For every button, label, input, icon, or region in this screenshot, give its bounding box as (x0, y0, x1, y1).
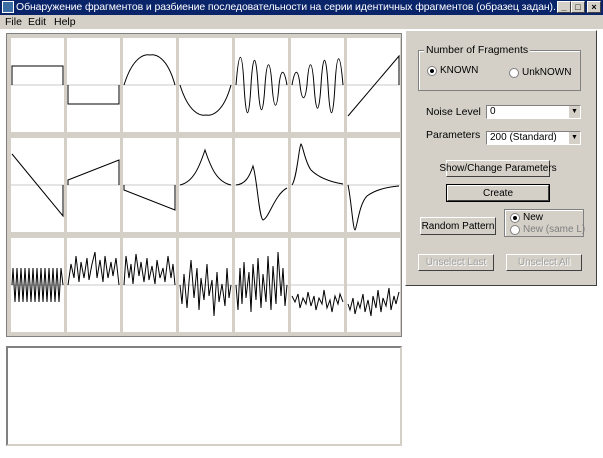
fragments-group-label: Number of Fragments (424, 44, 531, 56)
pattern-noise-a (67, 251, 120, 286)
pattern-rect-low (67, 84, 120, 105)
pattern-cell[interactable] (123, 138, 176, 232)
new-radio[interactable]: New (510, 212, 543, 223)
pattern-cell[interactable] (291, 38, 344, 132)
title-bar: Обнаружение фрагментов и разбиение после… (0, 0, 603, 15)
pattern-slope-pos (67, 159, 120, 186)
noise-level-select[interactable]: 0 ▼ (486, 105, 581, 119)
known-radio[interactable]: KNOWN (427, 65, 478, 76)
pattern-spike-pos (291, 143, 344, 186)
pattern-sine-half-pos (123, 54, 176, 86)
create-button[interactable]: Create (446, 184, 550, 202)
pattern-cell[interactable] (179, 238, 232, 332)
pattern-cell[interactable] (67, 138, 120, 232)
unselect-all-button[interactable]: Unselect All (506, 254, 582, 271)
known-radio-dot (427, 65, 437, 76)
new-radio-label: New (523, 212, 544, 223)
pattern-slope-neg (123, 184, 176, 211)
pattern-noise-e (291, 284, 344, 313)
pattern-cell[interactable] (179, 38, 232, 132)
known-radio-label: KNOWN (440, 65, 479, 76)
pattern-cell[interactable] (67, 38, 120, 132)
pattern-ramp-down (11, 153, 64, 218)
pattern-cell[interactable] (235, 138, 288, 232)
menu-edit[interactable]: Edit (28, 15, 46, 29)
control-panel: Number of Fragments KNOWN UnkNOWN Noise … (405, 30, 597, 286)
pattern-chirp-b (291, 58, 344, 113)
pattern-cell[interactable] (291, 138, 344, 232)
pattern-noise-d (235, 251, 288, 313)
unknown-radio[interactable]: UnkNOWN (509, 67, 571, 78)
pattern-cell[interactable] (179, 138, 232, 232)
pattern-cell[interactable] (11, 138, 64, 232)
parameters-label: Parameters (426, 129, 481, 141)
pattern-cell[interactable] (235, 238, 288, 332)
unknown-radio-dot (509, 67, 519, 78)
noise-dropdown-arrow-icon[interactable]: ▼ (568, 106, 580, 118)
window-title: Обнаружение фрагментов и разбиение после… (16, 1, 556, 13)
pattern-cell[interactable] (123, 38, 176, 132)
pattern-sine-half-neg (179, 84, 232, 116)
pattern-square-osc (11, 267, 64, 303)
pattern-chirp-a (235, 57, 288, 113)
pattern-cell[interactable] (347, 138, 400, 232)
pattern-noise-f (347, 284, 400, 317)
random-pattern-button[interactable]: Random Pattern (420, 217, 496, 235)
pattern-cell[interactable] (11, 238, 64, 332)
app-icon (2, 1, 14, 13)
pattern-rect-high (11, 65, 64, 86)
close-button[interactable]: × (587, 1, 601, 13)
new-radio-dot (510, 212, 520, 223)
new-same-l-radio-dot (510, 224, 520, 235)
menu-file[interactable]: File (5, 15, 22, 29)
fragments-groupbox: Number of Fragments KNOWN UnkNOWN (418, 44, 581, 91)
pattern-peak-pos (179, 148, 232, 186)
new-same-l-radio-label: New (same L) (523, 224, 586, 235)
parameters-dropdown-arrow-icon[interactable]: ▼ (568, 132, 580, 144)
pattern-cell[interactable] (67, 238, 120, 332)
unknown-radio-label: UnkNOWN (522, 67, 572, 78)
pattern-noise-c (179, 259, 232, 317)
menu-bar: File Edit Help (0, 15, 603, 29)
pattern-cell[interactable] (11, 38, 64, 132)
pattern-noise-b (123, 253, 176, 286)
noise-level-value: 0 (490, 106, 496, 117)
new-options-box: New New (same L) (504, 209, 585, 237)
parameters-select[interactable]: 200 (Standard) ▼ (486, 131, 581, 145)
show-change-parameters-button[interactable]: Show/Change Parameters (439, 160, 557, 177)
pattern-cell[interactable] (235, 38, 288, 132)
noise-level-label: Noise Level (426, 106, 481, 118)
pattern-grid (6, 33, 402, 337)
pattern-cell[interactable] (291, 238, 344, 332)
pattern-cell[interactable] (347, 238, 400, 332)
unselect-last-button[interactable]: Unselect Last (418, 254, 494, 271)
pattern-spike-neg (347, 184, 400, 231)
output-area[interactable] (6, 346, 402, 446)
pattern-peak-neg (235, 164, 288, 221)
parameters-value: 200 (Standard) (490, 132, 557, 143)
pattern-ramp-up (347, 54, 400, 117)
maximize-button[interactable]: □ (571, 1, 585, 13)
minimize-button[interactable]: _ (557, 1, 571, 13)
new-same-l-radio[interactable]: New (same L) (510, 224, 585, 235)
pattern-cell[interactable] (123, 238, 176, 332)
pattern-cell[interactable] (347, 38, 400, 132)
menu-help[interactable]: Help (54, 15, 76, 29)
